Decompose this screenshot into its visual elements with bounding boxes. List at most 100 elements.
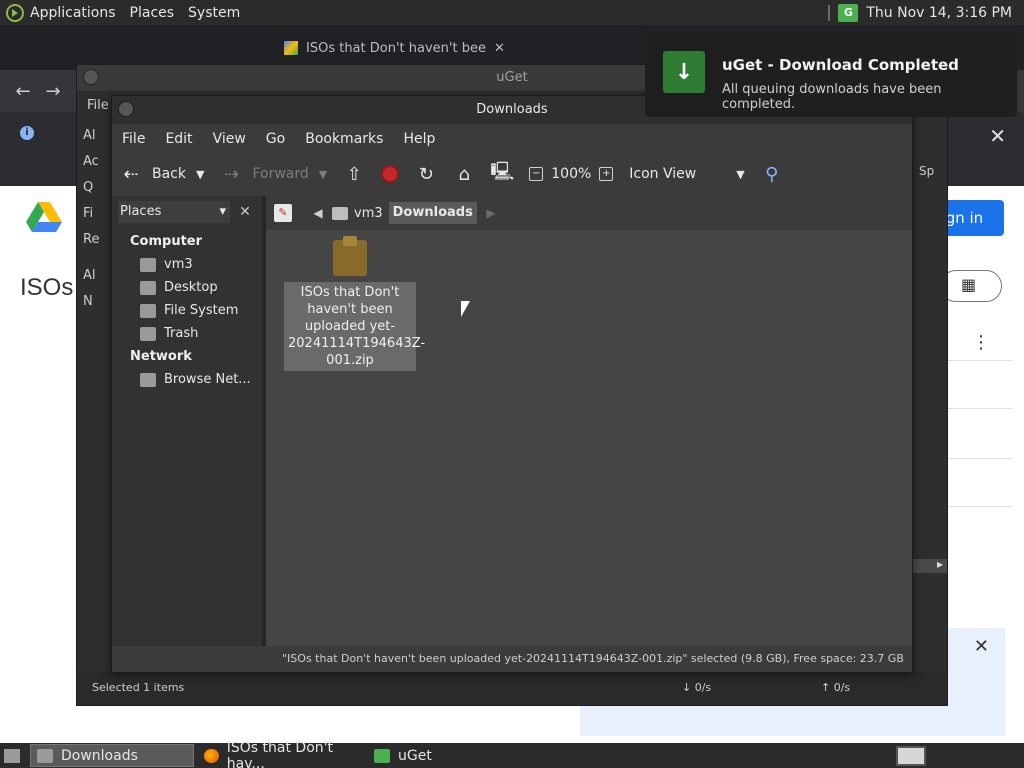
back-label: Back: [152, 166, 186, 182]
path-scroll-left-icon[interactable]: ◀: [310, 206, 326, 220]
file-view[interactable]: ✎ ◀ vm3 Downloads ▶ ISOs that Don't have…: [266, 196, 912, 646]
sidebar-type-select[interactable]: Places: [118, 201, 230, 223]
stop-button[interactable]: [381, 165, 400, 183]
folder-icon: [37, 748, 53, 763]
edit-location-icon[interactable]: ✎: [274, 204, 292, 222]
uget-tray-icon[interactable]: G: [838, 3, 859, 22]
uget-category[interactable]: N: [77, 289, 111, 315]
workspace-switcher[interactable]: [896, 745, 926, 766]
desktop-icon: [140, 280, 156, 295]
forward-icon: ⇢: [223, 163, 240, 185]
window-menu-icon[interactable]: [83, 69, 99, 85]
view-mode-select[interactable]: Icon View ▼: [629, 166, 744, 182]
taskbar-item-downloads[interactable]: Downloads: [30, 744, 194, 767]
uget-horizontal-scrollbar[interactable]: [911, 557, 947, 573]
taskbar-item-uget[interactable]: uGet: [368, 744, 432, 767]
tab-close-icon[interactable]: ✕: [494, 41, 505, 56]
clock[interactable]: Thu Nov 14, 3:16 PM: [866, 5, 1012, 21]
places-item-file-system[interactable]: File System: [112, 299, 262, 322]
window-title: Downloads: [476, 102, 548, 117]
uget-category[interactable]: Q: [77, 175, 111, 201]
zoom-in-icon[interactable]: +: [599, 167, 614, 181]
forward-button[interactable]: ⇢ Forward ▼: [220, 163, 327, 185]
places-item-label: Trash: [164, 326, 199, 341]
info-icon: i: [20, 126, 34, 140]
path-bar: ✎ ◀ vm3 Downloads ▶: [266, 196, 912, 230]
places-category-network: Network: [130, 349, 192, 364]
forward-history-dropdown-icon[interactable]: ▼: [319, 168, 327, 181]
places-item-trash[interactable]: Trash: [112, 322, 262, 345]
more-options-icon[interactable]: ⋮: [972, 332, 990, 353]
browser-tab-isos[interactable]: ISOs that Don't haven't bee ✕: [284, 33, 505, 63]
taskbar-item-label: ISOs that Don't hav...: [226, 739, 333, 768]
download-notification[interactable]: ↓ uGet - Download Completed All queuing …: [645, 31, 1017, 117]
path-scroll-right-icon[interactable]: ▶: [483, 206, 499, 220]
show-desktop-icon[interactable]: [4, 748, 20, 763]
uget-category-list: Al Ac Q Fi Re Al N: [77, 121, 111, 681]
mouse-pointer-icon: [461, 301, 470, 317]
menu-view[interactable]: View: [213, 131, 246, 147]
uget-download-icon: ↓: [663, 51, 705, 93]
downloads-statusbar: "ISOs that Don't haven't been uploaded y…: [112, 646, 912, 672]
menu-help[interactable]: Help: [403, 131, 435, 147]
uget-statusbar: Selected 1 items ↓ 0/s ↑ 0/s: [77, 671, 947, 705]
menu-edit[interactable]: Edit: [165, 131, 192, 147]
window-menu-icon[interactable]: [118, 101, 134, 117]
notification-title: uGet - Download Completed: [722, 56, 959, 74]
file-name-line: haven't been: [307, 302, 393, 317]
zoom-out-icon[interactable]: −: [529, 167, 544, 181]
network-icon: [140, 372, 156, 387]
zoom-level: 100%: [551, 166, 592, 182]
stop-icon: [381, 165, 400, 183]
downloads-menubar: File Edit View Go Bookmarks Help: [112, 124, 912, 154]
taskbar-item-label: Downloads: [61, 747, 138, 764]
file-name-line: 001.zip: [326, 353, 374, 368]
trash-icon: [140, 326, 156, 341]
reload-button[interactable]: ↻: [415, 163, 437, 185]
applications-menu[interactable]: Applications: [6, 3, 116, 22]
uget-category[interactable]: Re: [77, 227, 111, 253]
menu-file[interactable]: File: [122, 131, 145, 147]
back-arrow-icon[interactable]: ←: [8, 81, 38, 102]
back-history-dropdown-icon[interactable]: ▼: [196, 168, 204, 181]
download-speed: ↓ 0/s: [682, 681, 712, 694]
close-sidebar-icon[interactable]: ✕: [236, 203, 254, 221]
file-name-label: ISOs that Don't haven't been uploaded ye…: [284, 282, 426, 371]
uget-category[interactable]: Al: [77, 263, 111, 289]
search-button[interactable]: ⚲: [761, 163, 783, 185]
forward-arrow-icon[interactable]: →: [38, 81, 68, 102]
places-item-vm3[interactable]: vm3: [112, 253, 262, 276]
taskbar-item-browser[interactable]: ISOs that Don't hav...: [198, 740, 364, 768]
places-item-browse-network[interactable]: Browse Net...: [112, 368, 262, 391]
places-item-desktop[interactable]: Desktop: [112, 276, 262, 299]
path-segment-downloads[interactable]: Downloads: [388, 202, 477, 224]
browser-tab-label: ISOs that Don't haven't bee: [306, 40, 486, 56]
bottom-taskbar: Downloads ISOs that Don't hav... uGet: [0, 740, 1024, 768]
places-menu[interactable]: Places: [130, 5, 175, 21]
home-button[interactable]: ⌂: [453, 163, 475, 185]
file-name-line: 20241114T194643Z-: [288, 336, 426, 351]
notification-body: All queuing downloads have been complete…: [722, 82, 942, 112]
grid-view-toggle[interactable]: [940, 270, 1002, 302]
back-button[interactable]: ⇠ Back ▼: [120, 163, 204, 185]
system-menu[interactable]: System: [188, 5, 240, 21]
file-item-zip[interactable]: ISOs that Don't haven't been uploaded ye…: [284, 236, 426, 371]
menu-go[interactable]: Go: [266, 131, 285, 147]
computer-button[interactable]: 🖳: [490, 161, 514, 185]
path-segment-vm3[interactable]: vm3: [354, 206, 383, 221]
uget-menu-file[interactable]: File: [87, 98, 109, 113]
places-item-label: vm3: [164, 257, 193, 272]
info-bar-close-icon[interactable]: ✕: [989, 124, 1006, 148]
places-item-label: Browse Net...: [164, 372, 251, 387]
panel-menu: Applications Places System: [0, 3, 240, 22]
downloads-window: Downloads File Edit View Go Bookmarks He…: [111, 95, 913, 673]
up-button[interactable]: ⇧: [343, 163, 365, 185]
toast-close-icon[interactable]: ✕: [974, 636, 989, 657]
back-icon: ⇠: [123, 163, 139, 185]
menu-bookmarks[interactable]: Bookmarks: [305, 131, 383, 147]
uget-category[interactable]: Ac: [77, 149, 111, 175]
chevron-down-icon: ▼: [736, 167, 745, 181]
uget-category[interactable]: Fi: [77, 201, 111, 227]
google-drive-tab-icon: [284, 41, 298, 55]
uget-category[interactable]: Al: [77, 123, 111, 149]
